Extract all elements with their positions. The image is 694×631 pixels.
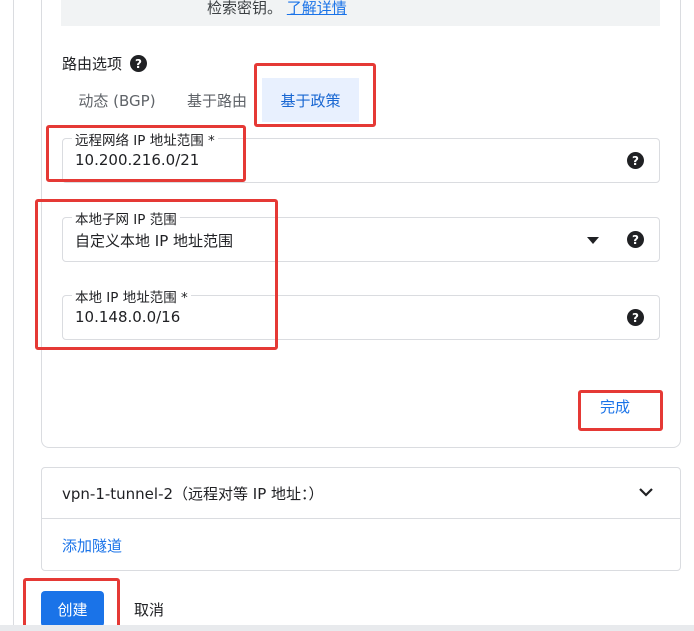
tunnel-item[interactable]: vpn-1-tunnel-2（远程对等 IP 地址：） xyxy=(42,468,680,519)
learn-more-link[interactable]: 了解详情 xyxy=(287,0,347,17)
local-subnet-value[interactable]: 自定义本地 IP 地址范围 xyxy=(75,230,233,251)
cancel-button[interactable]: 取消 xyxy=(134,599,164,620)
local-ip-range-input[interactable]: 10.148.0.0/16 xyxy=(75,308,180,326)
note-text: 检索密钥。 xyxy=(207,0,283,17)
routing-options-heading: 路由选项 ? xyxy=(62,53,148,74)
routing-tabs: 动态 (BGP) 基于路由 基于政策 xyxy=(62,78,359,122)
local-subnet-select[interactable]: 本地子网 IP 范围 自定义本地 IP 地址范围 ? xyxy=(62,208,660,262)
create-button[interactable]: 创建 xyxy=(41,591,104,627)
left-rail xyxy=(0,0,14,631)
info-note: 检索密钥。 了解详情 xyxy=(61,0,660,26)
local-subnet-label: 本地子网 IP 范围 xyxy=(72,208,180,228)
tab-route-based[interactable]: 基于路由 xyxy=(172,78,262,122)
remote-ip-range-field[interactable]: 远程网络 IP 地址范围 * 10.200.216.0/21 ? xyxy=(62,129,660,183)
tab-dynamic-bgp[interactable]: 动态 (BGP) xyxy=(62,78,172,122)
local-ip-range-label: 本地 IP 地址范围 * xyxy=(72,286,191,306)
done-button[interactable]: 完成 xyxy=(590,392,640,421)
help-icon[interactable]: ? xyxy=(130,55,148,72)
caret-down-icon[interactable] xyxy=(587,237,599,244)
tab-policy-based[interactable]: 基于政策 xyxy=(262,78,359,122)
routing-options-label: 路由选项 xyxy=(62,55,123,73)
tunnel-list: vpn-1-tunnel-2（远程对等 IP 地址：） 添加隧道 xyxy=(41,467,681,571)
tunnel-item-label: vpn-1-tunnel-2（远程对等 IP 地址：） xyxy=(62,485,324,503)
help-icon[interactable]: ? xyxy=(627,309,644,326)
bottom-bar xyxy=(0,625,694,631)
help-icon[interactable]: ? xyxy=(627,231,644,248)
help-icon[interactable]: ? xyxy=(627,152,644,169)
remote-ip-range-input[interactable]: 10.200.216.0/21 xyxy=(75,151,199,169)
local-ip-range-field[interactable]: 本地 IP 地址范围 * 10.148.0.0/16 ? xyxy=(62,286,660,340)
remote-ip-range-label: 远程网络 IP 地址范围 * xyxy=(72,129,218,149)
chevron-down-icon[interactable] xyxy=(638,484,654,500)
add-tunnel-button[interactable]: 添加隧道 xyxy=(62,535,122,556)
